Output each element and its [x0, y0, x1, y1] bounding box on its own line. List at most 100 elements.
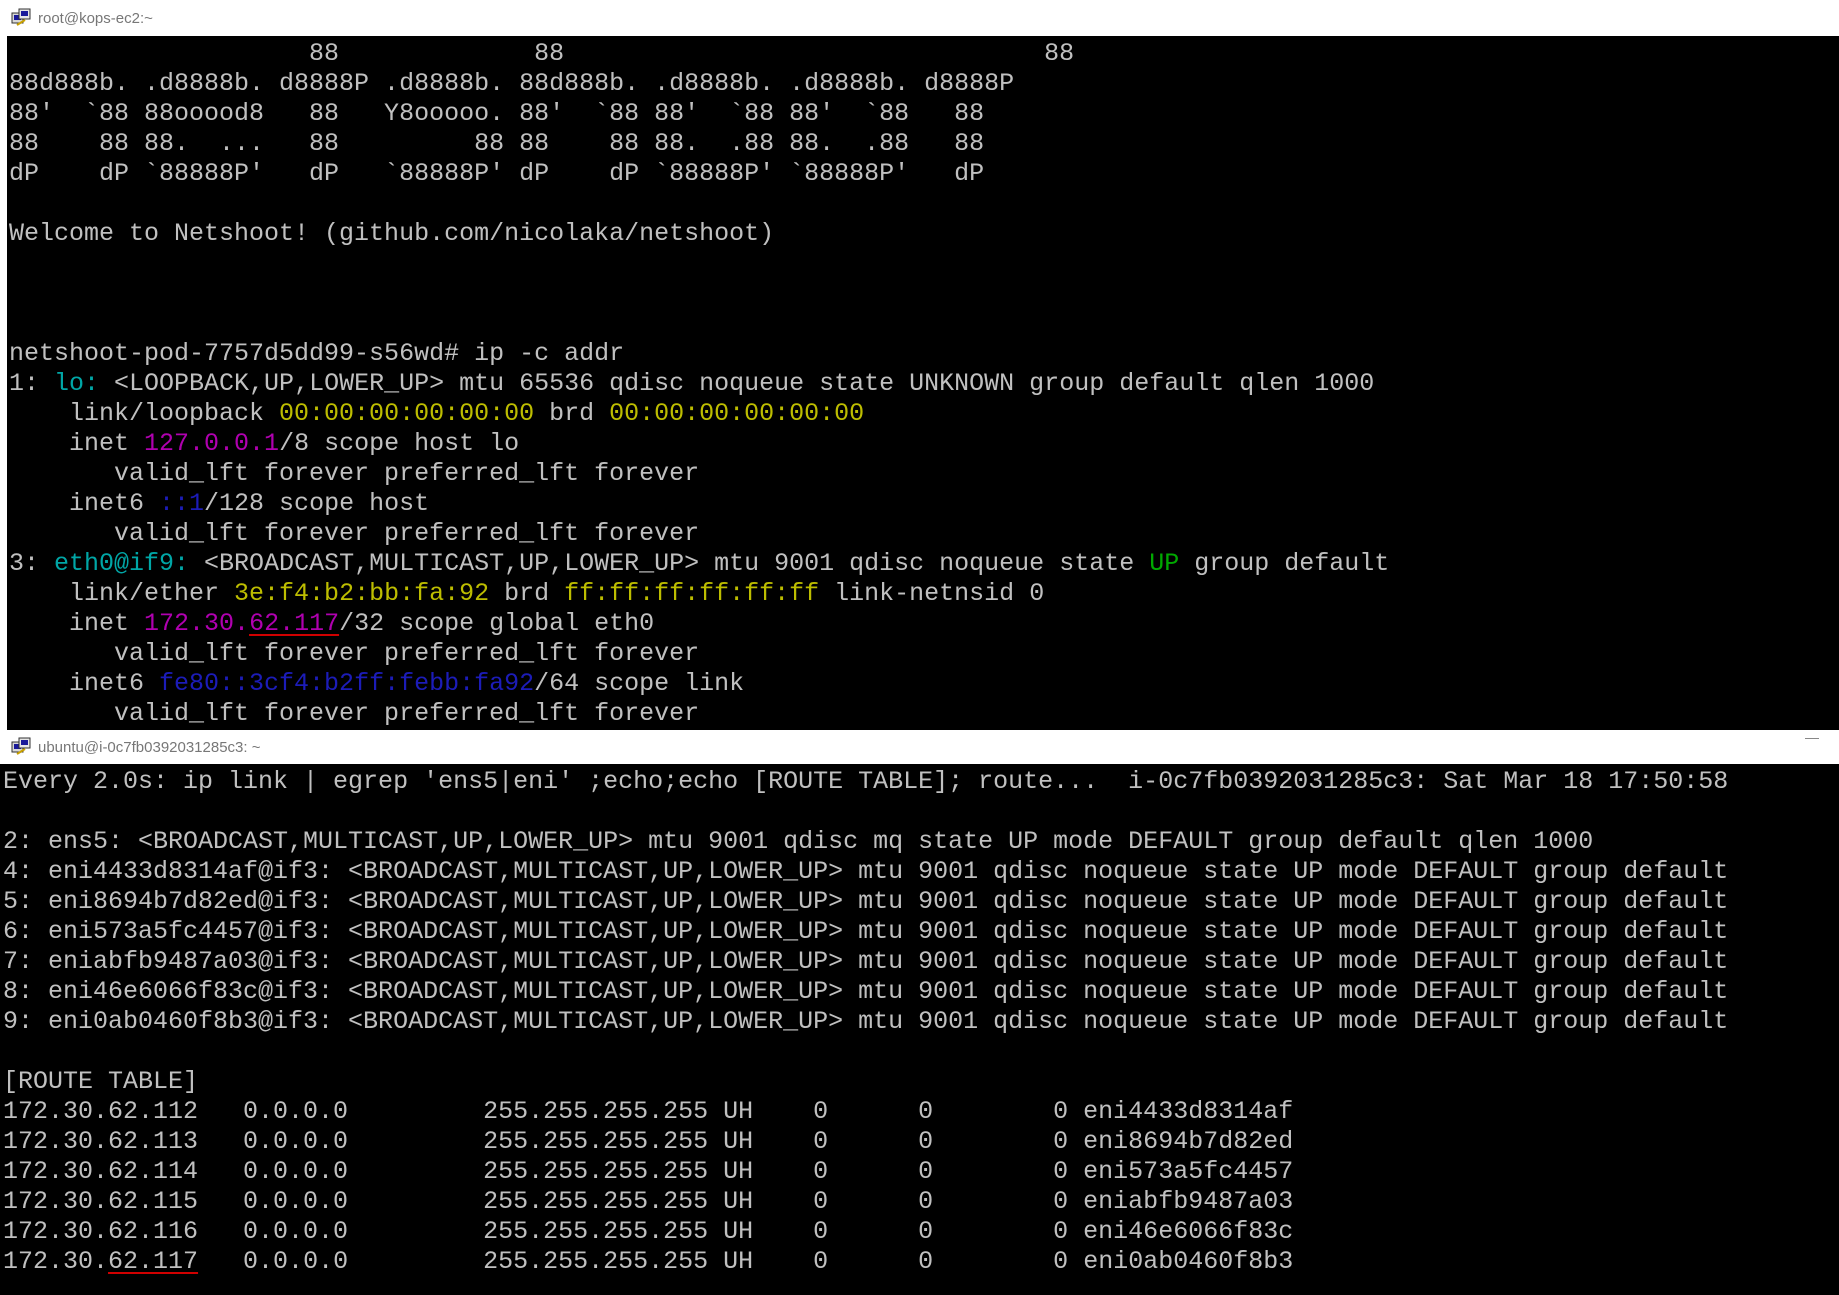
terminal-text: 172.30.	[3, 1247, 109, 1276]
terminal-text: 62.117	[249, 609, 340, 638]
terminal-text: 172.30.62.115 0.0.0.0 255.255.255.255 UH…	[3, 1187, 1294, 1216]
terminal-line: inet6 ::1/128 scope host	[9, 489, 1839, 519]
terminal-line: inet 127.0.0.1/8 scope host lo	[9, 429, 1839, 459]
terminal-line: 88d888b. .d8888b. d8888P .d8888b. 88d888…	[9, 69, 1839, 99]
terminal-line: netshoot-pod-7757d5dd99-s56wd# ip -c add…	[9, 339, 1839, 369]
terminal-text: 9: eni0ab0460f8b3@if3: <BROADCAST,MULTIC…	[3, 1007, 1729, 1036]
terminal-text: ::1	[159, 489, 205, 518]
terminal-text: valid_lft forever preferred_lft forever	[9, 459, 700, 488]
terminal-text: eth0@if9:	[54, 549, 190, 578]
window-titlebar[interactable]: ubuntu@i-0c7fb0392031285c3: ~	[0, 730, 1839, 764]
terminal-line: 172.30.62.115 0.0.0.0 255.255.255.255 UH…	[3, 1187, 1839, 1217]
window-title: ubuntu@i-0c7fb0392031285c3: ~	[38, 738, 261, 756]
terminal-line: 172.30.62.112 0.0.0.0 255.255.255.255 UH…	[3, 1097, 1839, 1127]
terminal-text: valid_lft forever preferred_lft forever	[9, 519, 700, 548]
terminal-text: 88' `88 88ooood8 88 Y8ooooo. 88' `88 88'…	[9, 99, 985, 128]
terminal-line: 8: eni46e6066f83c@if3: <BROADCAST,MULTIC…	[3, 977, 1839, 1007]
terminal-text: 00:00:00:00:00:00	[279, 399, 535, 428]
terminal-line: 3: eth0@if9: <BROADCAST,MULTICAST,UP,LOW…	[9, 549, 1839, 579]
terminal-line: 2: ens5: <BROADCAST,MULTICAST,UP,LOWER_U…	[3, 827, 1839, 857]
terminal-text: 88 88 88. ... 88 88 88 88 88. .88 88. .8…	[9, 129, 985, 158]
terminal-text: 3:	[9, 549, 55, 578]
terminal-text: 6: eni573a5fc4457@if3: <BROADCAST,MULTIC…	[3, 917, 1729, 946]
terminal-line: valid_lft forever preferred_lft forever	[9, 459, 1839, 489]
terminal-text: valid_lft forever preferred_lft forever	[9, 639, 700, 668]
terminal-output[interactable]: Every 2.0s: ip link | egrep 'ens5|eni' ;…	[0, 764, 1839, 1277]
terminal-line: [ROUTE TABLE]	[3, 1067, 1839, 1097]
window-title: root@kops-ec2:~	[38, 9, 153, 27]
terminal-text: valid_lft forever preferred_lft forever	[9, 699, 700, 728]
terminal-window-ubuntu[interactable]: ubuntu@i-0c7fb0392031285c3: ~ Every 2.0s…	[0, 730, 1839, 1295]
terminal-text: /32 scope global eth0	[339, 609, 655, 638]
terminal-line: 1: lo: <LOOPBACK,UP,LOWER_UP> mtu 65536 …	[9, 369, 1839, 399]
terminal-text: link-netnsid 0	[819, 579, 1045, 608]
terminal-text: inet	[9, 609, 145, 638]
terminal-line: 6: eni573a5fc4457@if3: <BROADCAST,MULTIC…	[3, 917, 1839, 947]
window-titlebar[interactable]: root@kops-ec2:~	[0, 0, 1839, 36]
terminal-text: brd	[489, 579, 565, 608]
terminal-text: 8: eni46e6066f83c@if3: <BROADCAST,MULTIC…	[3, 977, 1729, 1006]
terminal-text: 2: ens5: <BROADCAST,MULTICAST,UP,LOWER_U…	[3, 827, 1594, 856]
terminal-text: UP	[1149, 549, 1180, 578]
terminal-line: Every 2.0s: ip link | egrep 'ens5|eni' ;…	[3, 767, 1839, 797]
terminal-text: 4: eni4433d8314af@if3: <BROADCAST,MULTIC…	[3, 857, 1729, 886]
terminal-line: link/ether 3e:f4:b2:bb:fa:92 brd ff:ff:f…	[9, 579, 1839, 609]
terminal-line: 9: eni0ab0460f8b3@if3: <BROADCAST,MULTIC…	[3, 1007, 1839, 1037]
terminal-text: 62.117	[108, 1247, 199, 1276]
terminal-text: /128 scope host	[204, 489, 430, 518]
terminal-window-root[interactable]: root@kops-ec2:~ 88 88 88 88d888b. .d8888b…	[0, 0, 1839, 730]
terminal-text: 172.30.62.114 0.0.0.0 255.255.255.255 UH…	[3, 1157, 1294, 1186]
terminal-line: inet 172.30.62.117/32 scope global eth0	[9, 609, 1839, 639]
terminal-line: Welcome to Netshoot! (github.com/nicolak…	[9, 219, 1839, 249]
terminal-line: 172.30.62.114 0.0.0.0 255.255.255.255 UH…	[3, 1157, 1839, 1187]
terminal-text: 00:00:00:00:00:00	[609, 399, 865, 428]
terminal-line: valid_lft forever preferred_lft forever	[9, 639, 1839, 669]
minimize-button[interactable]	[1805, 738, 1819, 739]
terminal-line: 88 88 88	[9, 39, 1839, 69]
terminal-text: dP dP `88888P' dP `88888P' dP dP `88888P…	[9, 159, 985, 188]
terminal-text: inet6	[9, 489, 160, 518]
terminal-text: /64 scope link	[534, 669, 745, 698]
terminal-line: inet6 fe80::3cf4:b2ff:febb:fa92/64 scope…	[9, 669, 1839, 699]
terminal-line: dP dP `88888P' dP `88888P' dP dP `88888P…	[9, 159, 1839, 189]
terminal-text: link/loopback	[9, 399, 280, 428]
terminal-line: 172.30.62.116 0.0.0.0 255.255.255.255 UH…	[3, 1217, 1839, 1247]
terminal-text: inet	[9, 429, 145, 458]
putty-icon	[10, 736, 32, 758]
terminal-text: Every 2.0s: ip link | egrep 'ens5|eni' ;…	[3, 767, 1729, 796]
terminal-text: 172.30.62.112 0.0.0.0 255.255.255.255 UH…	[3, 1097, 1294, 1126]
terminal-text: <BROADCAST,MULTICAST,UP,LOWER_UP> mtu 90…	[189, 549, 1150, 578]
putty-icon	[10, 7, 32, 29]
terminal-line: 5: eni8694b7d82ed@if3: <BROADCAST,MULTIC…	[3, 887, 1839, 917]
terminal-line: 4: eni4433d8314af@if3: <BROADCAST,MULTIC…	[3, 857, 1839, 887]
terminal-line: valid_lft forever preferred_lft forever	[9, 699, 1839, 729]
terminal-text: group default	[1179, 549, 1390, 578]
terminal-text: 88d888b. .d8888b. d8888P .d8888b. 88d888…	[9, 69, 1015, 98]
terminal-text: netshoot-pod-7757d5dd99-s56wd# ip -c add…	[9, 339, 625, 368]
terminal-text: 172.30.	[144, 609, 250, 638]
terminal-text: 3e:f4:b2:bb:fa:92	[234, 579, 490, 608]
terminal-output[interactable]: 88 88 88 88d888b. .d8888b. d8888P .d8888b…	[0, 36, 1839, 729]
terminal-line: 88 88 88. ... 88 88 88 88 88. .88 88. .8…	[9, 129, 1839, 159]
terminal-line: link/loopback 00:00:00:00:00:00 brd 00:0…	[9, 399, 1839, 429]
terminal-text: brd	[534, 399, 610, 428]
terminal-text: 1:	[9, 369, 55, 398]
terminal-text: lo:	[54, 369, 100, 398]
terminal-text: 127.0.0.1	[144, 429, 280, 458]
terminal-text: <LOOPBACK,UP,LOWER_UP> mtu 65536 qdisc n…	[99, 369, 1375, 398]
terminal-line: valid_lft forever preferred_lft forever	[9, 519, 1839, 549]
terminal-text: 0.0.0.0 255.255.255.255 UH 0 0 0 eni0ab0…	[198, 1247, 1294, 1276]
terminal-text: fe80::3cf4:b2ff:febb:fa92	[159, 669, 535, 698]
terminal-line: 172.30.62.117 0.0.0.0 255.255.255.255 UH…	[3, 1247, 1839, 1277]
terminal-text: 7: eniabfb9487a03@if3: <BROADCAST,MULTIC…	[3, 947, 1729, 976]
terminal-text: inet6	[9, 669, 160, 698]
terminal-text: link/ether	[9, 579, 235, 608]
terminal-text: /8 scope host lo	[279, 429, 520, 458]
terminal-line: 7: eniabfb9487a03@if3: <BROADCAST,MULTIC…	[3, 947, 1839, 977]
terminal-text: 172.30.62.116 0.0.0.0 255.255.255.255 UH…	[3, 1217, 1294, 1246]
